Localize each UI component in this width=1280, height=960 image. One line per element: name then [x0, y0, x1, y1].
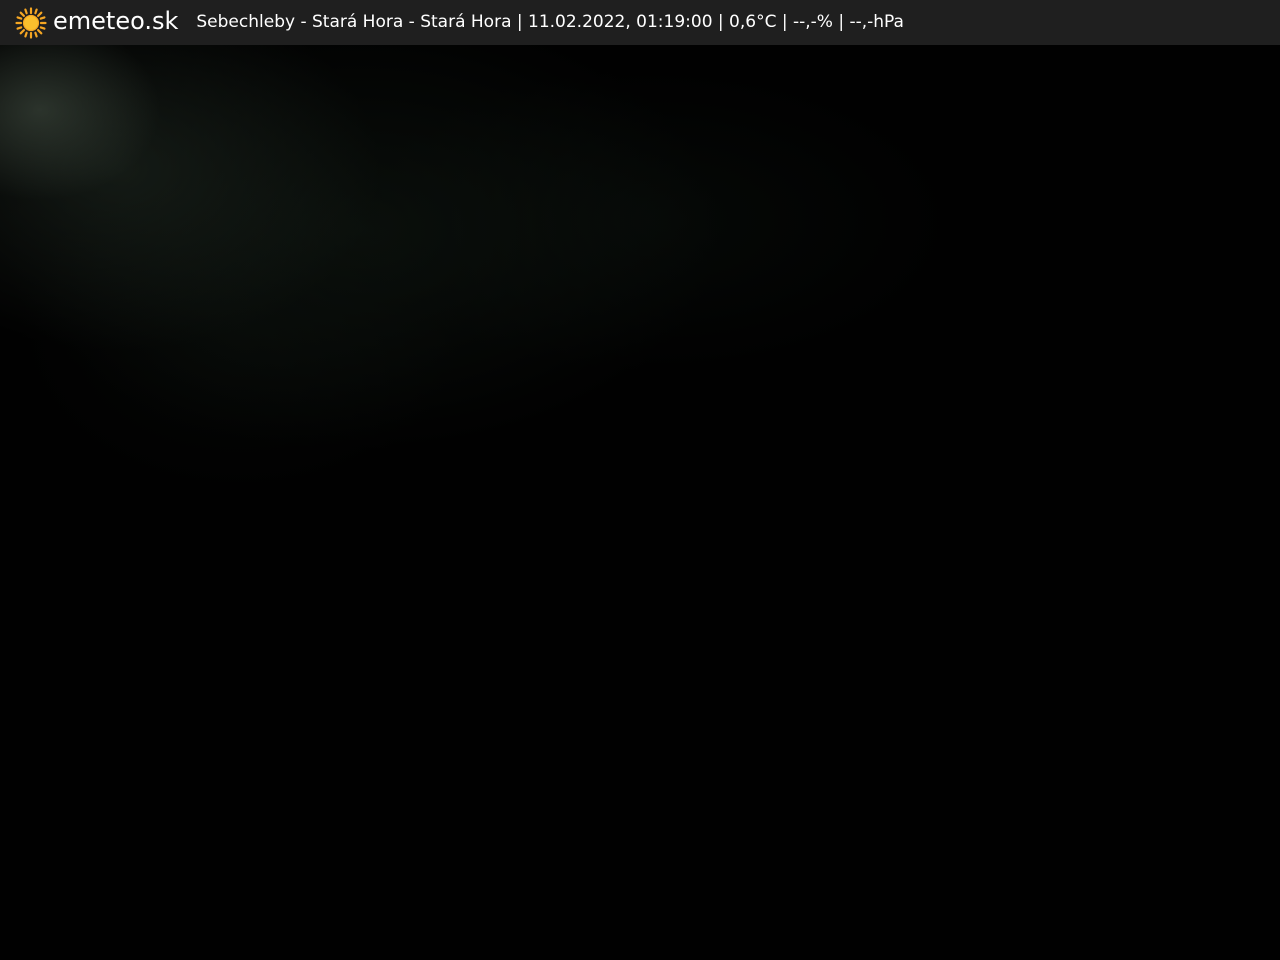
sun-icon [15, 6, 47, 39]
webcam-frame: emeteo.sk Sebechleby - Stará Hora - Star… [0, 0, 1280, 960]
emeteo-logo: emeteo.sk [15, 6, 179, 39]
webcam-image [0, 0, 1280, 960]
station-caption: Sebechleby - Stará Hora - Stará Hora | 1… [196, 12, 904, 32]
caption-bar: emeteo.sk Sebechleby - Stará Hora - Star… [0, 0, 1280, 45]
brand-name: emeteo.sk [53, 6, 179, 35]
